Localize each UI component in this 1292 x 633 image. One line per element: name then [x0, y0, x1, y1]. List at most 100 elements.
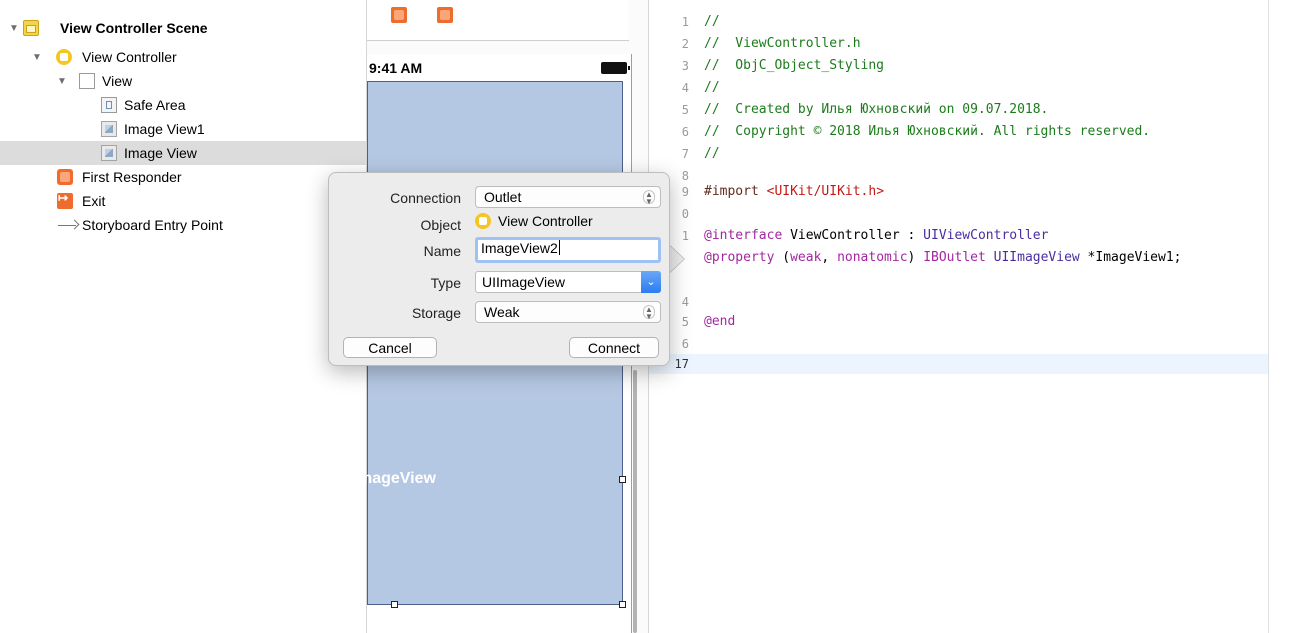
type-label: Type — [430, 275, 461, 291]
outline-item-label: Exit — [82, 193, 106, 209]
outline-item-safe-area[interactable]: Safe Area — [0, 93, 366, 117]
entry-arrow-icon — [58, 217, 80, 233]
outline-item-first-responder[interactable]: First Responder — [0, 165, 366, 189]
code-line[interactable]: 1 // — [649, 12, 1269, 32]
code-line[interactable]: 4 — [649, 292, 1269, 312]
code-comment: // — [704, 80, 720, 95]
storage-value: Weak — [484, 304, 520, 320]
image-view-placeholder-label: mageView — [358, 470, 436, 487]
outlet-connection-popover: Connection Outlet ▲ ▼ Object View Control… — [328, 172, 670, 366]
disclosure-triangle-icon[interactable]: ▼ — [8, 23, 20, 34]
name-label: Name — [423, 243, 461, 259]
first-responder-icon[interactable] — [391, 7, 407, 23]
outline-item-view[interactable]: ▼ View — [0, 69, 366, 93]
type-combo-box[interactable]: UIImageView ⌄ — [475, 271, 661, 293]
name-field[interactable]: ImageView2 — [475, 237, 661, 263]
disclosure-triangle-icon[interactable]: ▼ — [56, 76, 68, 87]
code-text: ) — [907, 250, 924, 265]
outline-item-label: View — [102, 73, 133, 89]
view-controller-icon — [56, 49, 72, 65]
connection-row: Connection Outlet ▲ ▼ — [329, 186, 671, 210]
line-number: 7 — [681, 147, 689, 161]
code-line-current[interactable]: 17 — [649, 354, 1269, 374]
view-icon — [79, 73, 95, 89]
code-line[interactable]: @property (weak, nonatomic) IBOutlet UII… — [649, 248, 1269, 268]
outline-item-label: Safe Area — [124, 97, 186, 113]
code-keyword: @end — [704, 314, 736, 329]
code-text: *ImageView1; — [1079, 250, 1182, 265]
type-value: UIImageView — [482, 274, 566, 290]
code-line[interactable]: 3 // ObjC_Object_Styling — [649, 56, 1269, 76]
code-comment: // — [704, 14, 720, 29]
resize-handle[interactable] — [391, 601, 398, 608]
outline-item-exit[interactable]: Exit — [0, 189, 366, 213]
storyboard-scene-icon — [23, 20, 39, 36]
line-number: 1 — [681, 15, 689, 29]
code-line[interactable]: 7 // — [649, 144, 1269, 164]
canvas-scrollbar[interactable] — [633, 370, 637, 633]
status-bar-time: 9:41 AM — [369, 60, 423, 76]
preprocessor-directive: #import — [704, 184, 767, 199]
line-number: 4 — [681, 81, 689, 95]
scene-dock — [367, 0, 629, 41]
code-comment: // — [704, 146, 720, 161]
storage-popup[interactable]: Weak ▲ ▼ — [475, 301, 661, 323]
first-responder-icon — [57, 169, 73, 185]
object-label: Object — [420, 217, 461, 233]
document-outline: ▼ View Controller Scene ▼ View Controlle… — [0, 0, 366, 633]
resize-handle[interactable] — [619, 476, 626, 483]
code-keyword: nonatomic — [837, 250, 908, 265]
name-field-value: ImageView2 — [481, 240, 560, 256]
outline-item-view-controller-scene[interactable]: ▼ View Controller Scene — [0, 16, 366, 40]
outline-item-label: Storyboard Entry Point — [82, 217, 223, 233]
code-keyword: @property — [704, 250, 775, 265]
line-number: 2 — [681, 37, 689, 51]
outline-item-image-view1[interactable]: Image View1 — [0, 117, 366, 141]
connect-button[interactable]: Connect — [569, 337, 659, 358]
outline-item-storyboard-entry-point[interactable]: Storyboard Entry Point — [0, 213, 366, 237]
disclosure-triangle-icon[interactable]: ▼ — [31, 52, 43, 63]
image-view-icon — [101, 145, 117, 161]
code-line[interactable]: 5 @end — [649, 312, 1269, 332]
line-number: 5 — [681, 103, 689, 117]
import-path: <UIKit/UIKit.h> — [766, 184, 885, 199]
cancel-button[interactable]: Cancel — [343, 337, 437, 358]
code-line[interactable]: 1 @interface ViewController : UIViewContr… — [649, 226, 1269, 246]
outline-item-label: First Responder — [82, 169, 182, 185]
line-number: 6 — [681, 125, 689, 139]
resize-handle[interactable] — [619, 601, 626, 608]
object-row: Object View Controller — [329, 213, 671, 237]
exit-icon[interactable] — [437, 7, 453, 23]
outline-item-view-controller[interactable]: ▼ View Controller — [0, 45, 366, 69]
code-line[interactable]: 4 // — [649, 78, 1269, 98]
connection-popup[interactable]: Outlet ▲ ▼ — [475, 186, 661, 208]
storage-label: Storage — [411, 305, 461, 321]
code-line[interactable]: 2 // ViewController.h — [649, 34, 1269, 54]
code-line[interactable]: 6 // Copyright © 2018 Илья Юхновский. All… — [649, 122, 1269, 142]
code-line[interactable]: 5 // Created by Илья Юхновский on 09.07.2… — [649, 100, 1269, 120]
code-editor[interactable]: 1 // 2 // ViewController.h 3 // ObjC_Object… — [648, 0, 1269, 633]
code-text: ViewController : — [782, 228, 924, 243]
code-comment: // Created by Илья Юхновский on 09.07.20… — [704, 102, 1049, 117]
outline-item-image-view[interactable]: Image View — [0, 141, 366, 165]
storage-row: Storage Weak ▲ ▼ — [329, 301, 671, 325]
up-down-chevron-icon: ▲ ▼ — [643, 190, 655, 206]
battery-icon — [601, 62, 630, 74]
chevron-down-icon[interactable]: ⌄ — [641, 271, 661, 293]
connection-value: Outlet — [484, 189, 522, 205]
code-comment: // ObjC_Object_Styling — [704, 58, 885, 73]
line-number: 3 — [681, 59, 689, 73]
object-value-text: View Controller — [498, 213, 593, 229]
editor-side-strip — [1268, 0, 1292, 633]
code-type: UIViewController — [923, 228, 1049, 243]
code-line[interactable]: 0 — [649, 204, 1269, 224]
code-line[interactable]: 6 — [649, 334, 1269, 354]
code-keyword: weak — [790, 250, 822, 265]
code-line[interactable]: 9 #import <UIKit/UIKit.h> — [649, 182, 1269, 202]
code-comment: // Copyright © 2018 Илья Юхновский. All … — [704, 124, 1151, 139]
view-controller-icon — [475, 213, 491, 229]
type-row: Type UIImageView ⌄ — [329, 271, 671, 295]
code-keyword: @interface — [704, 228, 783, 243]
code-text: ( — [774, 250, 791, 265]
